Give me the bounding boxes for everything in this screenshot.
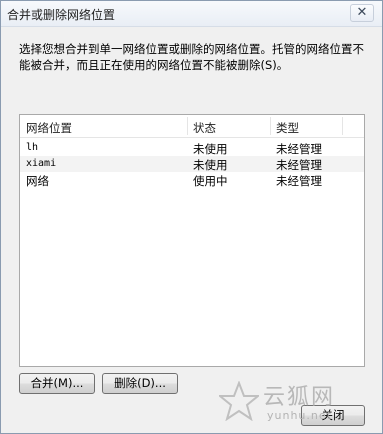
column-header-location[interactable]: 网络位置	[26, 120, 72, 136]
star-logo-icon	[219, 381, 259, 421]
location-status: 未使用	[193, 142, 228, 156]
close-window-button[interactable]: ✕	[350, 4, 374, 22]
location-name: lh	[26, 142, 39, 153]
column-header-status[interactable]: 状态	[193, 120, 216, 136]
watermark-text: 云狐网	[263, 385, 336, 410]
list-item[interactable]: xiami 未使用 未经管理	[20, 156, 364, 172]
column-separator[interactable]	[342, 117, 343, 135]
column-header-type[interactable]: 类型	[276, 120, 299, 136]
merge-delete-network-locations-dialog: 合并或删除网络位置 ✕ 选择您想合并到单一网络位置或删除的网络位置。托管的网络位…	[0, 0, 383, 434]
list-header: 网络位置 状态 类型	[20, 115, 364, 138]
merge-button[interactable]: 合并(M)...	[19, 373, 95, 394]
title-bar: 合并或删除网络位置 ✕	[1, 1, 382, 27]
location-status: 未使用	[193, 158, 228, 172]
location-name: xiami	[26, 158, 57, 169]
column-separator[interactable]	[187, 117, 188, 135]
instructions-text: 选择您想合并到单一网络位置或删除的网络位置。托管的网络位置不能被合并，而且正在使…	[19, 42, 364, 72]
location-type: 未经管理	[276, 174, 322, 188]
list-item[interactable]: lh 未使用 未经管理	[20, 140, 364, 156]
close-icon: ✕	[356, 5, 368, 20]
watermark: 云狐网 yunhu.net	[219, 379, 369, 429]
location-type: 未经管理	[276, 158, 322, 172]
location-type: 未经管理	[276, 142, 322, 156]
watermark-url: yunhu.net	[267, 409, 332, 422]
delete-button[interactable]: 删除(D)...	[102, 373, 178, 394]
location-name: 网络	[26, 174, 49, 188]
network-locations-list[interactable]: 网络位置 状态 类型 lh 未使用 未经管理 xiami 未使用 未经管理 网络…	[19, 114, 365, 367]
list-item[interactable]: 网络 使用中 未经管理	[20, 172, 364, 188]
location-status: 使用中	[193, 174, 228, 188]
column-separator[interactable]	[270, 117, 271, 135]
window-title: 合并或删除网络位置	[7, 8, 116, 22]
